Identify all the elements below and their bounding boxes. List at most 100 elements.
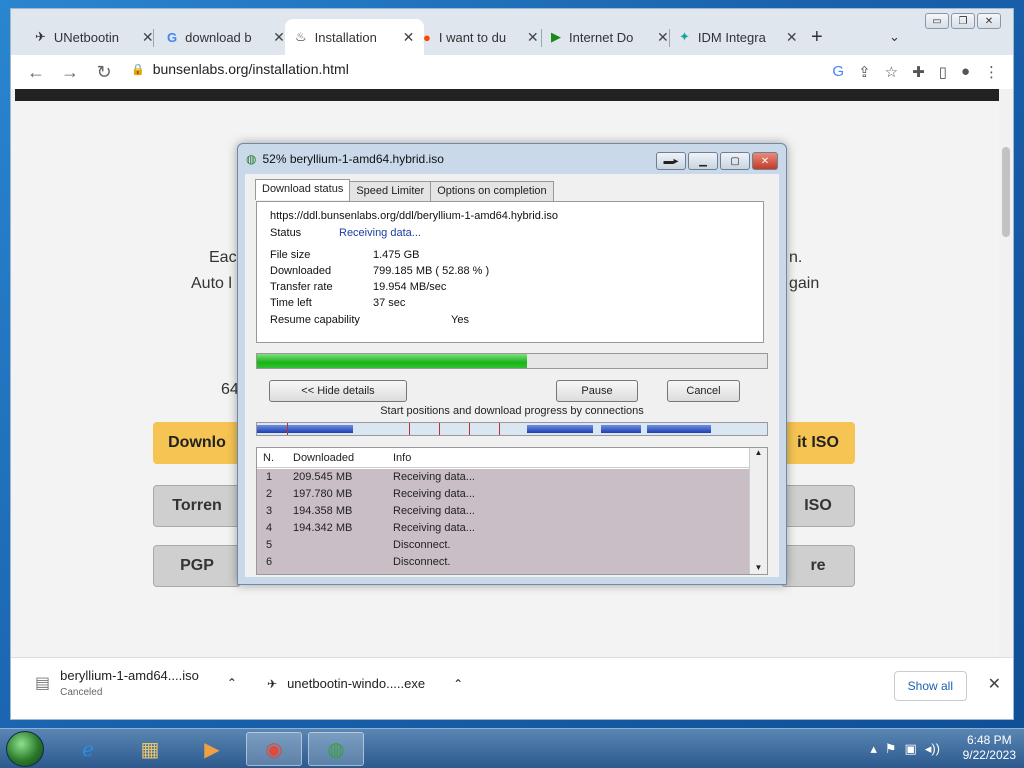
page-scrollbar[interactable] (999, 89, 1013, 657)
maximize-icon[interactable]: ❐ (951, 13, 975, 29)
progress-fill (257, 354, 527, 368)
address-bar[interactable]: 🔒 bunsenlabs.org/installation.html (131, 61, 349, 77)
start-button[interactable] (6, 731, 44, 767)
close-icon[interactable]: ✕ (977, 13, 1001, 29)
unetbootin-icon: ✈ (35, 29, 46, 44)
connections-table: N. Downloaded Info 1 209.545 MB Receiving … (256, 447, 768, 575)
signature-button[interactable]: re (781, 545, 855, 587)
clock[interactable]: 6:48 PM 9/22/2023 (963, 733, 1016, 763)
action-center-icon[interactable]: ⚑ (885, 741, 897, 757)
connection-segment (527, 425, 593, 433)
tab-google[interactable]: G download b ✕ (157, 19, 295, 55)
play-icon: ▶ (551, 29, 561, 44)
minimize-icon[interactable]: ▭ (925, 13, 949, 29)
tray-expand-icon[interactable]: ▴ (870, 741, 877, 757)
bookmark-star-icon[interactable]: ☆ (885, 63, 898, 81)
column-header-n[interactable]: N. (263, 452, 274, 464)
downloads-bar: ▤ beryllium-1-amd64....iso Canceled ⌃ ✈ … (11, 657, 1013, 719)
idm-download-dialog: ◍ 52% beryllium-1-amd64.hybrid.iso ▬▸ ▁ … (237, 143, 787, 585)
dialog-body: Download status Speed Limiter Options on… (245, 174, 779, 577)
new-tab-button[interactable]: + (801, 19, 833, 55)
scroll-up-icon[interactable]: ▲ (750, 448, 767, 457)
to-tray-icon[interactable]: ▬▸ (656, 152, 686, 170)
table-row[interactable]: 1 209.545 MB Receiving data... (257, 469, 749, 486)
torrent-button[interactable]: Torren (153, 485, 241, 527)
lock-icon: 🔒 (131, 63, 145, 76)
reddit-icon: ● (423, 29, 431, 45)
download-iso-button-2[interactable]: it ISO (781, 422, 855, 464)
column-header-info[interactable]: Info (393, 452, 411, 464)
close-icon[interactable]: ✕ (527, 29, 539, 46)
status-panel: https://ddl.bunsenlabs.org/ddl/beryllium… (256, 201, 764, 343)
tab-unetbootin[interactable]: ✈ UNetbootin ✕ (25, 19, 164, 55)
pause-button[interactable]: Pause (556, 380, 638, 402)
torrent-iso-button[interactable]: ISO (781, 485, 855, 527)
media-player-icon[interactable]: ▶ (184, 732, 240, 766)
share-icon[interactable]: ⇪ (858, 63, 871, 81)
table-row[interactable]: 6 Disconnect. (257, 554, 749, 571)
close-icon[interactable]: ✕ (752, 152, 778, 170)
table-row[interactable]: 3 194.358 MB Receiving data... (257, 503, 749, 520)
chevron-up-icon[interactable]: ⌃ (227, 676, 237, 690)
page-header-bar (15, 89, 999, 101)
unetbootin-icon: ✈ (267, 676, 278, 691)
tab-reddit[interactable]: ● I want to du ✕ (413, 19, 549, 55)
google-icon: G (167, 29, 178, 45)
tab-internet-download[interactable]: ▶ Internet Do ✕ (541, 19, 679, 55)
show-all-button[interactable]: Show all (893, 671, 967, 701)
network-icon[interactable]: ▣ (905, 741, 917, 757)
volume-icon[interactable]: ◂)) (925, 741, 940, 757)
profile-avatar-icon[interactable]: ● (961, 63, 970, 81)
google-lens-icon[interactable]: G (832, 63, 844, 81)
scroll-down-icon[interactable]: ▼ (750, 563, 767, 572)
connection-start-marker (499, 423, 500, 435)
minimize-icon[interactable]: ▁ (688, 152, 718, 170)
scrollbar-thumb[interactable] (1002, 147, 1010, 237)
sidepanel-icon[interactable]: ▯ (939, 63, 947, 81)
page-text: gain (789, 275, 820, 292)
dialog-tabs: Download status Speed Limiter Options on… (255, 179, 554, 202)
table-row[interactable]: 4 194.342 MB Receiving data... (257, 520, 749, 537)
close-icon[interactable]: ✕ (786, 29, 798, 46)
back-icon[interactable]: ← (21, 62, 51, 83)
extensions-icon[interactable]: ✚ (912, 63, 925, 81)
download-item[interactable]: ✈ unetbootin-windo.....exe ⌃ (267, 676, 463, 691)
tab-idm-integration[interactable]: ✦ IDM Integra ✕ (669, 19, 808, 55)
download-iso-button[interactable]: Downlo (153, 422, 241, 464)
table-row[interactable]: 5 Disconnect. (257, 537, 749, 554)
connection-start-marker (287, 423, 288, 435)
download-item[interactable]: ▤ beryllium-1-amd64....iso Canceled ⌃ (35, 668, 237, 698)
time-left-label: Time left (270, 297, 312, 309)
pgp-button[interactable]: PGP (153, 545, 241, 587)
idm-integration-icon: ✦ (679, 29, 690, 44)
file-icon: ▤ (35, 675, 51, 692)
close-icon[interactable]: ✕ (988, 674, 1001, 694)
tab-download-status[interactable]: Download status (255, 179, 351, 200)
forward-icon[interactable]: → (55, 62, 85, 83)
cancel-button[interactable]: Cancel (667, 380, 740, 402)
browser-toolbar: ← → ↻ 🔒 bunsenlabs.org/installation.html… (11, 55, 1013, 89)
reload-icon[interactable]: ↻ (89, 62, 119, 83)
file-explorer-icon[interactable]: ▦ (122, 732, 178, 766)
column-header-downloaded[interactable]: Downloaded (293, 452, 354, 464)
close-icon[interactable]: ✕ (657, 29, 669, 46)
chrome-icon[interactable]: ◉ (246, 732, 302, 766)
maximize-icon[interactable]: ▢ (720, 152, 750, 170)
idm-taskbar-icon[interactable]: ◍ (308, 732, 364, 766)
downloaded-value: 799.185 MB ( 52.88 % ) (373, 265, 490, 277)
internet-explorer-icon[interactable]: ℯ (60, 732, 116, 766)
file-size-value: 1.475 GB (373, 249, 420, 261)
close-icon[interactable]: ✕ (142, 29, 154, 46)
table-scrollbar[interactable]: ▲ ▼ (749, 448, 767, 574)
menu-dots-icon[interactable]: ⋮ (984, 63, 999, 81)
tab-speed-limiter[interactable]: Speed Limiter (349, 181, 432, 202)
tab-options-on-completion[interactable]: Options on completion (430, 181, 554, 202)
table-row[interactable]: 2 197.780 MB Receiving data... (257, 486, 749, 503)
tab-search-chevron-icon[interactable]: ⌄ (879, 19, 910, 55)
time-left-value: 37 sec (373, 297, 406, 309)
hide-details-button[interactable]: << Hide details (269, 380, 407, 402)
status-value: Receiving data... (339, 227, 421, 239)
close-icon[interactable]: ✕ (273, 29, 285, 46)
chevron-up-icon[interactable]: ⌃ (453, 677, 463, 691)
tab-installation[interactable]: ♨ Installation ✕ (285, 19, 425, 55)
